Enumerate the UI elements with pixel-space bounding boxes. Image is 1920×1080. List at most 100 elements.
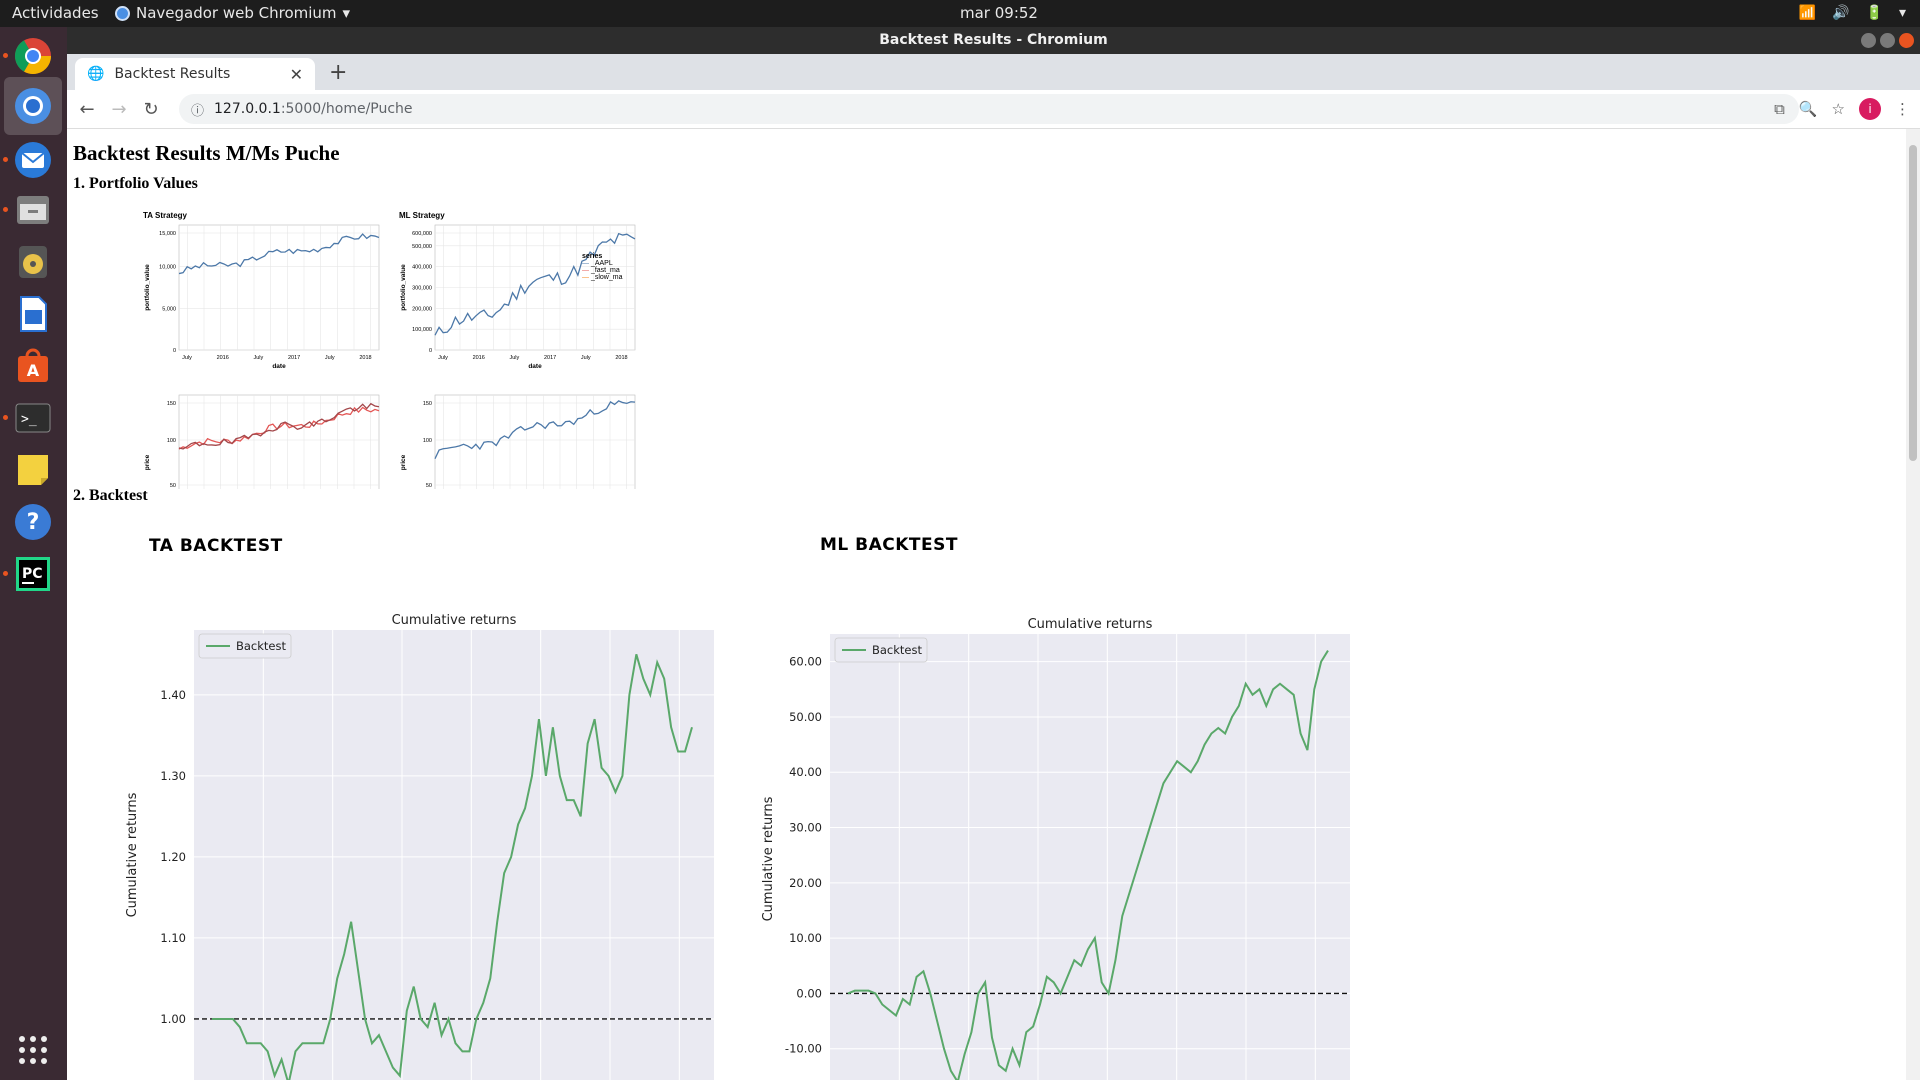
close-window-button[interactable] [1899, 33, 1914, 48]
show-apps-icon [19, 1036, 47, 1064]
mini-x-tick-label: 2018 [615, 355, 627, 361]
mini-chart-panel: TA Strategy 15,000 10,000 5,000 0 July 2016 Jul… [143, 211, 380, 370]
running-indicator [3, 207, 8, 212]
mini-legend-item: — _slow_ma [582, 274, 623, 281]
back-button[interactable]: ← [71, 99, 103, 120]
chromium-icon [115, 5, 130, 21]
mini-y-tick-label: 5,000 [162, 306, 176, 312]
y-tick-label: 60.00 [789, 655, 822, 669]
svg-text:A: A [27, 361, 40, 380]
tab-strip: 🌐 Backtest Results ✕ + [67, 54, 1920, 90]
plot-area [194, 630, 714, 1080]
notes-launcher[interactable] [10, 447, 56, 493]
chromium-icon [14, 38, 52, 75]
help-launcher[interactable]: ? [10, 499, 56, 545]
mini-chart-title: ML Strategy [399, 211, 445, 220]
terminal-launcher[interactable]: >_ [10, 395, 56, 441]
profile-avatar[interactable]: i [1859, 98, 1881, 120]
system-tray[interactable]: 📶 🔊 🔋 ▾ [1799, 5, 1906, 21]
writer-launcher[interactable] [10, 291, 56, 337]
show-apps-button[interactable] [10, 1027, 56, 1073]
rhythmbox-launcher[interactable] [10, 239, 56, 285]
ml-cumulative-returns-chart: Cumulative returns 60.00 50.00 40.00 30.00 20… [761, 617, 1350, 1080]
running-indicator [3, 415, 8, 420]
globe-icon: 🌐 [87, 66, 105, 82]
svg-text:?: ? [27, 510, 40, 535]
app-menu[interactable]: Navegador web Chromium ▾ [115, 4, 350, 22]
pycharm-icon: PC [16, 557, 50, 591]
y-tick-label: 0.00 [796, 986, 822, 1000]
y-tick-label: 1.10 [160, 931, 186, 945]
mini-chart-panel: 150100500July2016July2017July2018datepri… [144, 394, 380, 489]
mini-legend: series — _AAPL — _fast_ma — _slow_ma [582, 253, 622, 281]
zoom-icon[interactable]: 🔍 [1799, 100, 1818, 118]
new-tab-button[interactable]: + [329, 60, 347, 85]
activities-button[interactable]: Actividades [12, 4, 99, 22]
ubuntu-software-launcher[interactable]: A [10, 343, 56, 389]
clock[interactable]: mar 09:52 [960, 4, 1038, 22]
bookmark-star-icon[interactable]: ☆ [1832, 100, 1845, 118]
mini-y-tick-label: 400,000 [412, 265, 432, 271]
mini-y-axis-label: portfolio_value [144, 264, 151, 311]
maximize-button[interactable] [1880, 33, 1895, 48]
mini-y-tick-label: 15,000 [159, 231, 176, 237]
mini-y-tick-label: 0 [429, 348, 432, 354]
files-icon [17, 196, 49, 224]
rhythmbox-icon [19, 246, 47, 278]
thunderbird-launcher[interactable] [10, 137, 56, 183]
mini-y-tick-label: 100,000 [412, 327, 432, 333]
forward-button[interactable]: → [103, 99, 135, 120]
mini-legend-title: series [582, 253, 603, 260]
mini-x-tick-label: 2016 [217, 355, 229, 361]
app-menu-label: Navegador web Chromium [136, 4, 337, 22]
notes-icon [18, 455, 48, 485]
chromium-launcher-active[interactable] [4, 77, 62, 135]
window-controls [1861, 33, 1914, 48]
minimize-button[interactable] [1861, 33, 1876, 48]
mini-x-tick-label: 2017 [288, 355, 300, 361]
browser-toolbar: ← → ↻ ⓘ 127.0.0.1:5000/home/Puche ⧉ 🔍 ☆ … [67, 90, 1920, 129]
chromium-launcher[interactable] [10, 33, 56, 79]
help-icon: ? [15, 504, 51, 540]
mini-plot-area [178, 394, 380, 489]
page-scrollbar[interactable] [1906, 129, 1920, 1080]
pycharm-launcher[interactable]: PC [10, 551, 56, 597]
y-tick-label: 50.00 [789, 710, 822, 724]
address-bar[interactable]: ⓘ 127.0.0.1:5000/home/Puche [179, 94, 1799, 124]
translate-icon[interactable]: ⧉ [1774, 100, 1785, 118]
browser-window: Backtest Results - Chromium 🌐 Backtest R… [67, 27, 1920, 1080]
mini-y-tick-label: 100 [167, 438, 176, 444]
y-tick-label: 20.00 [789, 876, 822, 890]
chevron-down-icon: ▾ [342, 4, 351, 22]
running-indicator [3, 157, 8, 162]
scrollbar-thumb[interactable] [1909, 145, 1917, 461]
mini-y-tick-label: 0 [173, 348, 176, 354]
window-titlebar[interactable]: Backtest Results - Chromium [67, 27, 1920, 54]
volume-icon: 🔊 [1832, 5, 1850, 21]
tab-backtest-results[interactable]: 🌐 Backtest Results ✕ [75, 58, 315, 90]
url-host: 127.0.0.1 [214, 101, 281, 117]
close-tab-icon[interactable]: ✕ [290, 65, 303, 84]
window-title: Backtest Results - Chromium [879, 32, 1108, 48]
page-heading: Backtest Results M/Ms Puche [73, 141, 340, 165]
svg-text:>_: >_ [21, 412, 37, 427]
files-launcher[interactable] [10, 187, 56, 233]
running-indicator [3, 571, 8, 576]
tab-title: Backtest Results [114, 66, 231, 82]
battery-icon: 🔋 [1865, 5, 1883, 21]
libreoffice-writer-icon [20, 296, 47, 332]
ml-backtest-title: ML BACKTEST [820, 535, 958, 555]
mini-y-tick-label: 500,000 [412, 244, 432, 250]
ta-cumulative-returns-chart: Cumulative returns1.401.301.201.101.000.… [125, 613, 714, 1080]
y-tick-label: 1.00 [160, 1012, 186, 1026]
mini-plot-area [178, 224, 380, 351]
running-indicator [3, 53, 8, 58]
mini-y-axis-label: price [144, 454, 151, 470]
chevron-down-icon: ▾ [1898, 5, 1906, 21]
mini-y-tick-label: 100 [423, 438, 432, 444]
reload-button[interactable]: ↻ [135, 99, 167, 120]
menu-kebab-icon[interactable]: ⋮ [1895, 100, 1910, 118]
portfolio-charts-grid: TA Strategy 15,000 10,000 5,000 0 July 2016 Jul… [143, 211, 636, 489]
mini-chart-panel: ML Strategy 600,000 500,000 400,000 300,000 2… [399, 211, 636, 370]
mini-y-tick-label: 50 [426, 483, 432, 489]
